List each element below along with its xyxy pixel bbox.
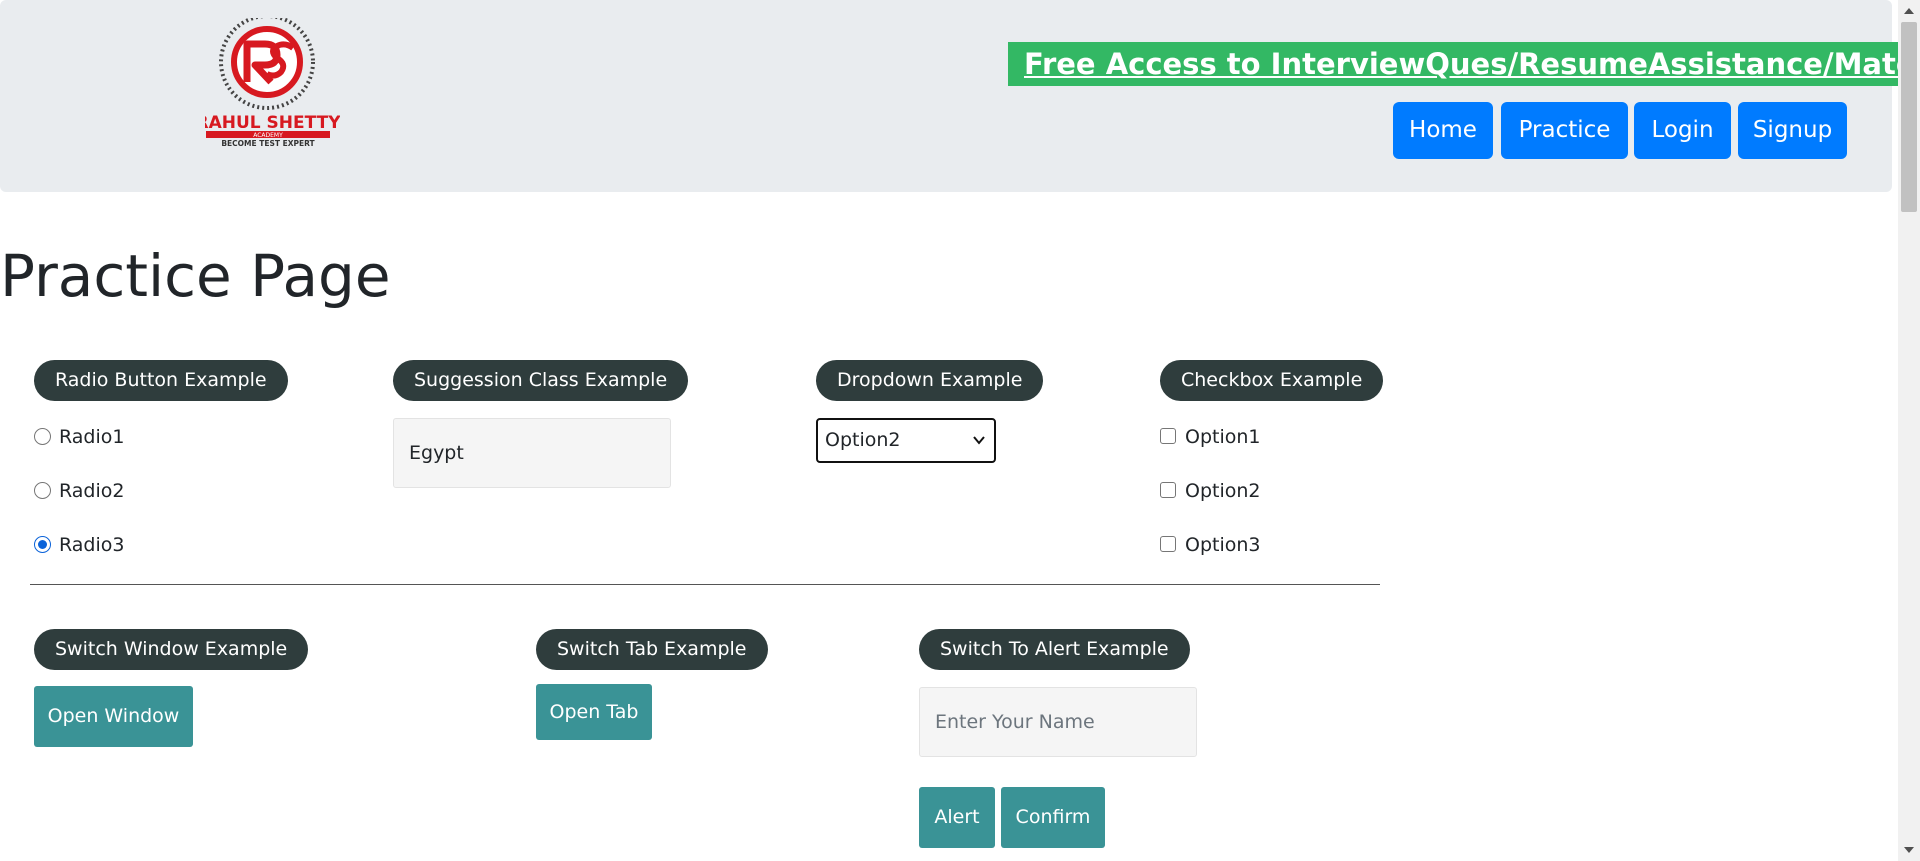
nav-practice-button[interactable]: Practice: [1501, 102, 1628, 159]
dropdown-section-legend: Dropdown Example: [816, 360, 1044, 401]
switch-alert-legend: Switch To Alert Example: [919, 629, 1190, 670]
dropdown-selected-value: Option2: [825, 429, 901, 451]
checkbox-label: Option1: [1185, 426, 1261, 448]
radio-button-selected[interactable]: [34, 536, 51, 553]
logo-sub: ACADEMY: [253, 132, 283, 139]
open-window-button[interactable]: Open Window: [34, 686, 193, 747]
free-access-link[interactable]: Free Access to InterviewQues/ResumeAssis…: [1008, 42, 1920, 86]
nav-signup-button[interactable]: Signup: [1738, 102, 1847, 159]
radio-label: Radio1: [59, 426, 125, 448]
logo-tagline: BECOME TEST EXPERT: [221, 139, 315, 148]
country-autocomplete-input[interactable]: [393, 418, 671, 488]
scroll-up-icon[interactable]: [1904, 8, 1914, 14]
page-scrollbar[interactable]: [1898, 0, 1920, 861]
page-title: Practice Page: [0, 242, 391, 310]
site-header: RAHUL SHETTY ACADEMY BECOME TEST EXPERT …: [0, 0, 1920, 192]
scroll-down-icon[interactable]: [1904, 847, 1914, 853]
radio-section-legend: Radio Button Example: [34, 360, 288, 401]
checkbox-label: Option3: [1185, 534, 1261, 556]
radio-button[interactable]: [34, 428, 51, 445]
checkbox-label: Option2: [1185, 480, 1261, 502]
logo-name: RAHUL SHETTY: [205, 113, 340, 133]
confirm-button[interactable]: Confirm: [1001, 787, 1105, 848]
section-divider: [30, 584, 1380, 585]
checkbox[interactable]: [1160, 536, 1176, 552]
switch-window-legend: Switch Window Example: [34, 629, 309, 670]
rs-logo-icon[interactable]: RAHUL SHETTY ACADEMY BECOME TEST EXPERT: [205, 18, 340, 151]
scrollbar-thumb[interactable]: [1901, 22, 1917, 212]
dropdown-select[interactable]: Option2: [816, 418, 996, 463]
checkbox-section-legend: Checkbox Example: [1160, 360, 1384, 401]
chevron-down-icon: [973, 436, 985, 445]
radio-label: Radio3: [59, 534, 125, 556]
suggestion-section-legend: Suggession Class Example: [393, 360, 689, 401]
checkbox[interactable]: [1160, 428, 1176, 444]
switch-tab-legend: Switch Tab Example: [536, 629, 768, 670]
radio-label: Radio2: [59, 480, 125, 502]
nav-home-button[interactable]: Home: [1393, 102, 1493, 159]
name-input[interactable]: [919, 687, 1197, 757]
nav-login-button[interactable]: Login: [1634, 102, 1731, 159]
alert-button[interactable]: Alert: [919, 787, 995, 848]
radio-button[interactable]: [34, 482, 51, 499]
checkbox[interactable]: [1160, 482, 1176, 498]
open-tab-button[interactable]: Open Tab: [536, 684, 652, 740]
